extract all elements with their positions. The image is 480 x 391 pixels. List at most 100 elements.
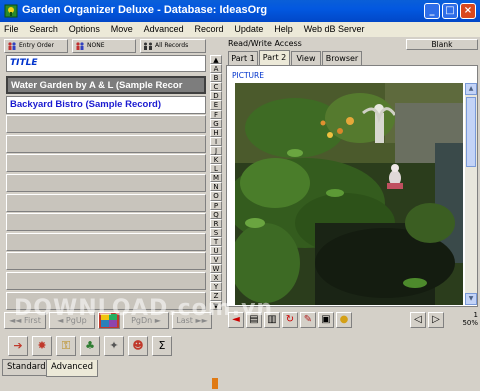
- status-indicator: [212, 378, 218, 389]
- sort-order-label: Entry Order: [19, 42, 54, 49]
- import-icon[interactable]: ➔: [8, 336, 28, 356]
- picture-scrollbar[interactable]: ▲ ▼: [465, 83, 477, 305]
- menu-record[interactable]: Record: [191, 22, 228, 34]
- alpha-letter-button[interactable]: B: [210, 73, 222, 83]
- alpha-letter-button[interactable]: S: [210, 227, 222, 237]
- people-tool-icon[interactable]: ☻: [128, 336, 148, 356]
- people-icon: [8, 41, 16, 50]
- record-row[interactable]: Backyard Bistro (Sample Record): [6, 95, 206, 114]
- title-bar: Garden Organizer Deluxe - Database: Idea…: [0, 0, 480, 22]
- tree-icon[interactable]: ♣: [80, 336, 100, 356]
- record-list: Water Garden by A & L (Sample Recor Backy…: [6, 76, 206, 311]
- record-row[interactable]: [6, 213, 206, 232]
- alpha-letter-button[interactable]: F: [210, 109, 222, 119]
- alphabet-index: ▲ A B C D E F G H I J K L M N O P Q R S T U V W X Y Z ▼: [210, 55, 222, 330]
- filter-button[interactable]: NONE: [72, 39, 136, 53]
- menu-help[interactable]: Help: [270, 22, 297, 34]
- filter-bar: Entry Order NONE All Records: [4, 38, 206, 54]
- alpha-letter-button[interactable]: Q: [210, 209, 222, 219]
- all-records-button[interactable]: All Records: [140, 39, 206, 53]
- alpha-letter-button[interactable]: P: [210, 200, 222, 210]
- field-title-label: TITLE: [6, 55, 206, 72]
- tab-standard[interactable]: Standard: [2, 359, 51, 376]
- view-image-icon[interactable]: ▣: [318, 312, 334, 328]
- alpha-letter-button[interactable]: T: [210, 236, 222, 246]
- alpha-letter-button[interactable]: W: [210, 264, 222, 274]
- record-row[interactable]: [6, 134, 206, 153]
- refresh-icon[interactable]: ↻: [282, 312, 298, 328]
- tab-advanced[interactable]: Advanced: [46, 360, 98, 377]
- zoom-in-icon[interactable]: ▷: [428, 312, 444, 328]
- alpha-letter-button[interactable]: O: [210, 191, 222, 201]
- lightbulb-icon[interactable]: ●: [336, 312, 352, 328]
- alpha-letter-button[interactable]: E: [210, 100, 222, 110]
- close-button[interactable]: ×: [460, 3, 476, 19]
- record-row[interactable]: [6, 115, 206, 134]
- zoom-step: 1: [473, 311, 478, 319]
- record-row[interactable]: [6, 154, 206, 173]
- tab-view[interactable]: View: [291, 51, 321, 65]
- menu-search[interactable]: Search: [25, 22, 62, 34]
- groups-icon: [144, 42, 152, 50]
- record-row[interactable]: [6, 193, 206, 212]
- all-records-label: All Records: [155, 42, 189, 49]
- alpha-letter-button[interactable]: J: [210, 145, 222, 156]
- alpha-letter-button[interactable]: R: [210, 218, 222, 228]
- alpha-letter-button[interactable]: H: [210, 127, 222, 137]
- menu-update[interactable]: Update: [230, 22, 267, 34]
- detail-pane: Read/Write Access Blank Part 1 Part 2 Vi…: [226, 38, 480, 332]
- menu-options[interactable]: Options: [65, 22, 104, 34]
- alpha-letter-button[interactable]: Y: [210, 282, 222, 292]
- picture-label: PICTURE: [232, 71, 264, 80]
- record-row[interactable]: [6, 173, 206, 192]
- alpha-letter-button[interactable]: U: [210, 245, 222, 256]
- watermark: DOWNLOAD.com.vn: [14, 296, 274, 321]
- app-icon: [4, 4, 18, 18]
- alpha-letter-button[interactable]: K: [210, 155, 222, 165]
- menu-file[interactable]: File: [0, 22, 23, 34]
- tab-browser[interactable]: Browser: [322, 51, 362, 65]
- scroll-down-arrow[interactable]: ▼: [465, 293, 477, 305]
- scroll-thumb[interactable]: [466, 97, 476, 167]
- key-icon[interactable]: ⚿: [56, 336, 76, 356]
- alpha-letter-button[interactable]: G: [210, 118, 222, 128]
- zoom-value: 50%: [462, 319, 478, 327]
- record-row[interactable]: [6, 271, 206, 290]
- tab-part-1[interactable]: Part 1: [228, 51, 258, 65]
- alpha-letter-button[interactable]: L: [210, 164, 222, 174]
- minimize-button[interactable]: _: [424, 3, 440, 19]
- menu-move[interactable]: Move: [107, 22, 137, 34]
- maximize-button[interactable]: □: [442, 3, 458, 19]
- alpha-letter-button[interactable]: D: [210, 91, 222, 101]
- record-row[interactable]: Water Garden by A & L (Sample Recor: [6, 76, 206, 94]
- alpha-letter-button[interactable]: I: [210, 136, 222, 146]
- menu-bar: File Search Options Move Advanced Record…: [0, 22, 480, 37]
- alpha-letter-button[interactable]: C: [210, 82, 222, 92]
- picture-panel: PICTURE ▲ ▼: [226, 65, 478, 307]
- access-status: Read/Write Access: [228, 39, 302, 48]
- blank-button[interactable]: Blank: [406, 39, 478, 50]
- record-row[interactable]: [6, 232, 206, 251]
- edit-image-icon[interactable]: ✎: [300, 312, 316, 328]
- tab-part-2[interactable]: Part 2: [259, 50, 290, 65]
- people-icon: [76, 41, 84, 50]
- alpha-letter-button[interactable]: X: [210, 273, 222, 283]
- record-row[interactable]: [6, 252, 206, 271]
- alpha-letter-button[interactable]: A: [210, 64, 222, 74]
- tools-icon[interactable]: ✦: [104, 336, 124, 356]
- window-title: Garden Organizer Deluxe - Database: Idea…: [22, 4, 268, 16]
- alpha-scroll-up[interactable]: ▲: [210, 55, 222, 65]
- menu-advanced[interactable]: Advanced: [140, 22, 188, 34]
- filter-label: NONE: [87, 42, 105, 49]
- scroll-up-arrow[interactable]: ▲: [465, 83, 477, 95]
- alpha-letter-button[interactable]: N: [210, 182, 222, 192]
- record-list-pane: Entry Order NONE All Records TITLE Water…: [4, 38, 206, 310]
- export-icon[interactable]: ✸: [32, 336, 52, 356]
- alpha-letter-button[interactable]: V: [210, 255, 222, 265]
- sort-order-button[interactable]: Entry Order: [4, 39, 68, 53]
- zoom-out-icon[interactable]: ◁: [410, 312, 426, 328]
- alpha-letter-button[interactable]: M: [210, 173, 222, 183]
- menu-web-db-server[interactable]: Web dB Server: [300, 22, 369, 34]
- zoom-readout: 1 50%: [462, 311, 478, 327]
- sum-icon[interactable]: Σ: [152, 336, 172, 356]
